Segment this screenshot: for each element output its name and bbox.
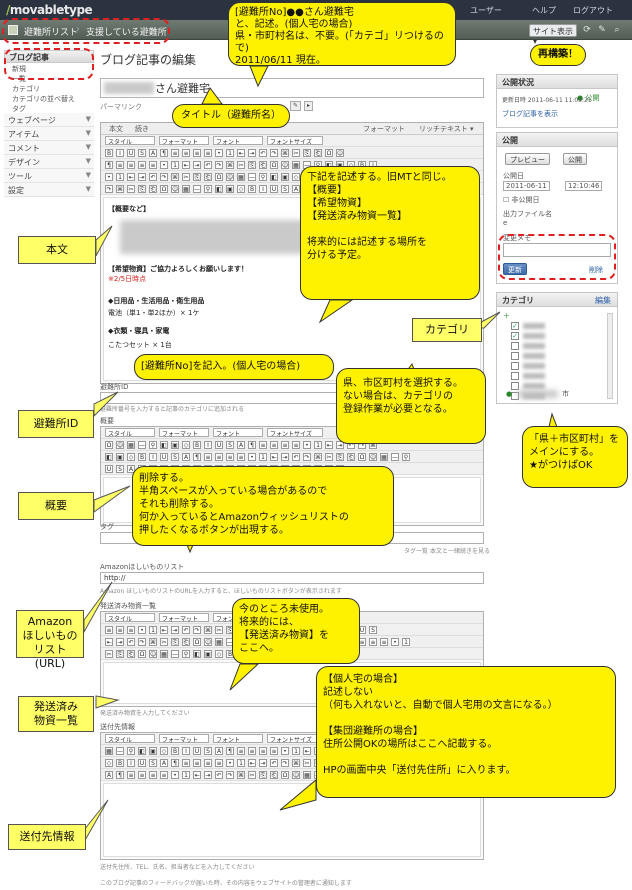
highlight-update: [498, 234, 616, 280]
callout-summary-note: 削除する。 半角スペースが入っている場合があるので それも削除する。 何か入って…: [132, 466, 394, 546]
callout-title-field: タイトル（避難所名）: [172, 104, 290, 128]
callout-dest-note: 【個人宅の場合】 記述しない （何も入れないと、自動で個人宅用の文言になる。） …: [316, 666, 616, 798]
callout-unused: 今のところ未使用。 将来的には、 【発送済み物資】を ここへ。: [232, 598, 360, 664]
callout-category-note: 県、市区町村を選択する。 ない場合は、カテゴリの 登録作業が必要となる。: [336, 368, 486, 444]
label-category: カテゴリ: [412, 318, 482, 342]
label-shelter-id: 避難所ID: [18, 410, 94, 438]
label-amazon: Amazon ほしいもの リスト(URL): [16, 610, 84, 670]
label-shipped: 発送済み 物資一覧: [18, 696, 94, 732]
callout-title-format: [避難所No]●●さん避難宅 と、記述。(個人宅の場合) 県・市町村名は、不要。…: [228, 2, 456, 66]
page: /movabletype ユーザー ヘルプ ログアウト 避難所リスト › 支援し…: [0, 0, 632, 890]
label-body: 本文: [18, 236, 96, 264]
highlight-breadcrumb: [2, 18, 170, 44]
label-dest: 送付先情報: [8, 824, 86, 850]
label-summary: 概要: [18, 492, 94, 520]
callout-shelter-no: [避難所No]を記入。(個人宅の場合): [134, 354, 334, 380]
callout-rebuild: 再構築！: [530, 44, 586, 66]
highlight-entries-nav: [4, 48, 94, 80]
callout-primary-category: 「県＋市区町村」を メインにする。 ★がつけばOK: [522, 426, 628, 488]
callout-body-note: 下記を記述する。旧MTと同じ。 【概要】 【希望物資】 【発送済み物資一覧】 将…: [300, 166, 480, 300]
